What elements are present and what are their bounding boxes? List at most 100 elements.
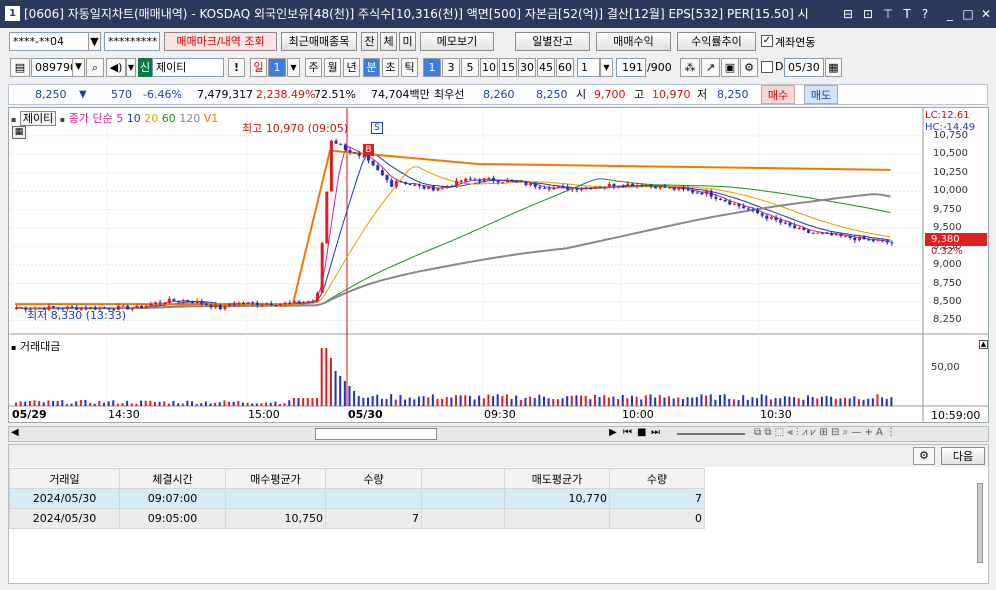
maximize-button[interactable]: □	[960, 0, 976, 28]
interval-30-button[interactable]: 30	[518, 58, 536, 77]
date-checkbox[interactable]	[761, 61, 773, 73]
warning-button[interactable]: !	[228, 58, 245, 77]
chart-panel[interactable]: ▪ 제이티 ▪ 종가 단순 5 10 20 60 120 V1 ▦ 최고 10,…	[8, 107, 989, 423]
col-buy-qty: 수량	[325, 468, 422, 489]
save-icon[interactable]: ▣	[721, 58, 739, 77]
stock-code-input[interactable]: 089790	[31, 58, 73, 77]
n-dropdown-icon[interactable]: ▼	[600, 58, 613, 77]
pin-icon[interactable]: ⊤	[880, 0, 896, 28]
table-scrollbar[interactable]	[977, 483, 983, 563]
interval-1-button[interactable]: 1	[423, 58, 441, 77]
period-year-button[interactable]: 년	[343, 58, 360, 77]
buy-button[interactable]: 매수	[761, 85, 795, 104]
code-dropdown-icon[interactable]: ▼	[72, 58, 85, 77]
period-tick-button[interactable]: 틱	[401, 58, 418, 77]
trade-volume: 7,479,317	[197, 88, 253, 101]
volume-bar	[126, 400, 129, 406]
trend-line-icon[interactable]: ↗	[701, 58, 720, 77]
font-icon[interactable]: T	[899, 0, 915, 28]
col-sell-avg: 매도평균가	[504, 468, 610, 489]
volume-bar	[543, 396, 545, 406]
unfilled-button[interactable]: 미	[399, 32, 416, 51]
stock-name-input[interactable]: 제이티	[152, 58, 224, 77]
rewind-icon[interactable]: ⏮	[623, 427, 632, 438]
candle-body	[357, 153, 361, 156]
calendar-icon[interactable]: ▦	[825, 58, 842, 77]
scroll-right-icon[interactable]: ▶	[609, 427, 617, 438]
next-button[interactable]: 다음	[941, 447, 985, 465]
sell-marker[interactable]: S	[371, 122, 383, 134]
filled-button[interactable]: 체	[380, 32, 397, 51]
trade-mark-button[interactable]: 매매마크/내역 조회	[164, 32, 277, 51]
y-tick-label: 10,250	[933, 166, 968, 178]
candle-body	[524, 181, 528, 186]
yield-trend-button[interactable]: 수익률추이	[677, 32, 756, 51]
account-link-checkbox[interactable]: ✓	[761, 35, 773, 47]
volume-bar	[274, 401, 277, 406]
interval-3-button[interactable]: 3	[442, 58, 460, 77]
volume-bar	[473, 399, 476, 406]
chart-scrollbar[interactable]: ◀ ▶ ⏮ ■ ⏭ ⧉ ⧉ ⬚ ⫷ ⫶ ⩘ ⩗ ⊞ ⊟ ⌕ — + A ⋮	[8, 426, 989, 442]
help-icon[interactable]: ?	[917, 0, 933, 28]
recent-trade-button[interactable]: 최근매매종목	[281, 32, 357, 51]
search-icon[interactable]: ⌕	[86, 58, 104, 77]
password-input[interactable]: *********	[104, 32, 160, 51]
speaker-icon[interactable]: ◀)	[106, 58, 126, 77]
period-second-button[interactable]: 초	[382, 58, 399, 77]
buy-marker[interactable]: B	[363, 144, 374, 156]
chart-icon[interactable]: ▤	[10, 58, 30, 77]
interval-15-button[interactable]: 15	[499, 58, 517, 77]
period-month-button[interactable]: 월	[324, 58, 341, 77]
candle-body	[385, 175, 389, 180]
volume-bar	[362, 397, 365, 406]
grid-toggle-icon[interactable]: ▦	[12, 126, 26, 139]
price-chart-svg[interactable]	[9, 108, 988, 422]
speed-slider[interactable]	[677, 433, 745, 435]
table-row[interactable]: 2024/05/30 09:07:00 10,770 7	[9, 488, 705, 509]
y-tick-label: 9,750	[933, 203, 962, 215]
candle-body	[279, 303, 282, 306]
y-tick-label: 8,500	[933, 295, 962, 307]
interval-10-button[interactable]: 10	[480, 58, 498, 77]
indicator-icon[interactable]: ⁂	[680, 58, 700, 77]
interval-5-button[interactable]: 5	[461, 58, 479, 77]
date-input[interactable]: 05/30	[784, 58, 824, 77]
minimize-button[interactable]: _	[942, 0, 958, 28]
window-icon-1[interactable]: ⊟	[840, 0, 856, 28]
period-day-button[interactable]: 일	[250, 58, 267, 77]
n-input[interactable]: 1	[577, 58, 600, 77]
drawing-tools-icon[interactable]: ⧉ ⧉ ⬚ ⫷ ⫶ ⩘ ⩗ ⊞ ⊟ ⌕ — + A ⋮	[754, 427, 896, 438]
close-button[interactable]: ✕	[978, 0, 994, 28]
scroll-left-icon[interactable]: ◀	[11, 427, 19, 438]
account-input[interactable]: ****-**04	[9, 32, 89, 51]
period-minute-button[interactable]: 분	[363, 58, 380, 77]
interval-45-button[interactable]: 45	[537, 58, 555, 77]
memo-button[interactable]: 메모보기	[420, 32, 494, 51]
sell-button[interactable]: 매도	[804, 85, 838, 104]
change-rate: -6.46%	[143, 88, 182, 101]
volume-collapse-icon[interactable]: ▲	[979, 340, 988, 349]
stock-tag[interactable]: 제이티	[19, 111, 57, 126]
speaker-dropdown-icon[interactable]: ▼	[126, 58, 136, 77]
daily-balance-button[interactable]: 일별잔고	[515, 32, 590, 51]
balance-button[interactable]: 잔	[361, 32, 378, 51]
table-row[interactable]: 2024/05/30 09:05:00 10,750 7 0	[9, 508, 705, 529]
day-count-button[interactable]: 1	[268, 58, 286, 77]
day-count-dropdown-icon[interactable]: ▼	[287, 58, 300, 77]
panel-settings-icon[interactable]: ⚙	[913, 447, 935, 465]
settings-icon[interactable]: ⚙	[740, 58, 758, 77]
scroll-thumb[interactable]	[315, 428, 437, 440]
interval-60-button[interactable]: 60	[556, 58, 574, 77]
candle-body	[543, 188, 546, 190]
window-icon-2[interactable]: ⊡	[860, 0, 876, 28]
account-dropdown-icon[interactable]: ▼	[88, 32, 101, 51]
forward-icon[interactable]: ⏭	[651, 427, 660, 438]
candle-body	[390, 179, 394, 187]
stop-icon[interactable]: ■	[637, 427, 646, 438]
trade-profit-button[interactable]: 매매수익	[596, 32, 671, 51]
count-input[interactable]: 191	[616, 58, 646, 77]
candle-body	[468, 178, 472, 180]
candle-body	[422, 185, 426, 189]
period-week-button[interactable]: 주	[305, 58, 322, 77]
candle-body	[478, 179, 482, 182]
